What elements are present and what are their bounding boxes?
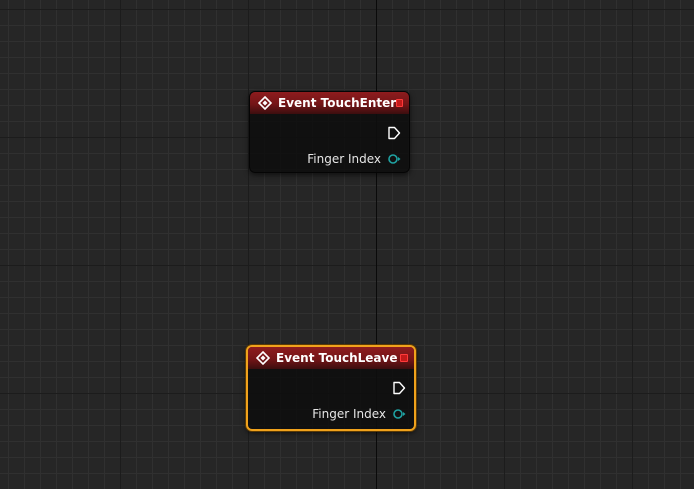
event-node-touch-enter[interactable]: Event TouchEnter Finger Index bbox=[249, 91, 410, 173]
node-title: Event TouchEnter bbox=[278, 96, 397, 110]
exec-output-row bbox=[258, 120, 401, 146]
event-diamond-icon bbox=[256, 351, 270, 365]
delegate-pin-icon[interactable] bbox=[400, 354, 408, 362]
finger-index-label: Finger Index bbox=[312, 407, 386, 421]
event-diamond-icon bbox=[258, 96, 272, 110]
node-body: Finger Index bbox=[248, 369, 414, 429]
blueprint-graph-canvas[interactable]: Event TouchEnter Finger Index Event Touc… bbox=[0, 0, 694, 489]
exec-pin-icon[interactable] bbox=[392, 381, 406, 395]
exec-pin-icon[interactable] bbox=[387, 126, 401, 140]
finger-index-output-row: Finger Index bbox=[256, 401, 406, 427]
node-title: Event TouchLeave bbox=[276, 351, 398, 365]
finger-index-label: Finger Index bbox=[307, 152, 381, 166]
integer-pin-icon[interactable] bbox=[392, 408, 406, 420]
delegate-pin-icon[interactable] bbox=[396, 99, 403, 107]
node-header[interactable]: Event TouchEnter bbox=[250, 92, 409, 114]
finger-index-output-row: Finger Index bbox=[258, 146, 401, 172]
node-header[interactable]: Event TouchLeave bbox=[248, 347, 414, 369]
event-node-touch-leave[interactable]: Event TouchLeave Finger Index bbox=[246, 345, 416, 431]
exec-output-row bbox=[256, 375, 406, 401]
node-body: Finger Index bbox=[250, 114, 409, 172]
integer-pin-icon[interactable] bbox=[387, 153, 401, 165]
